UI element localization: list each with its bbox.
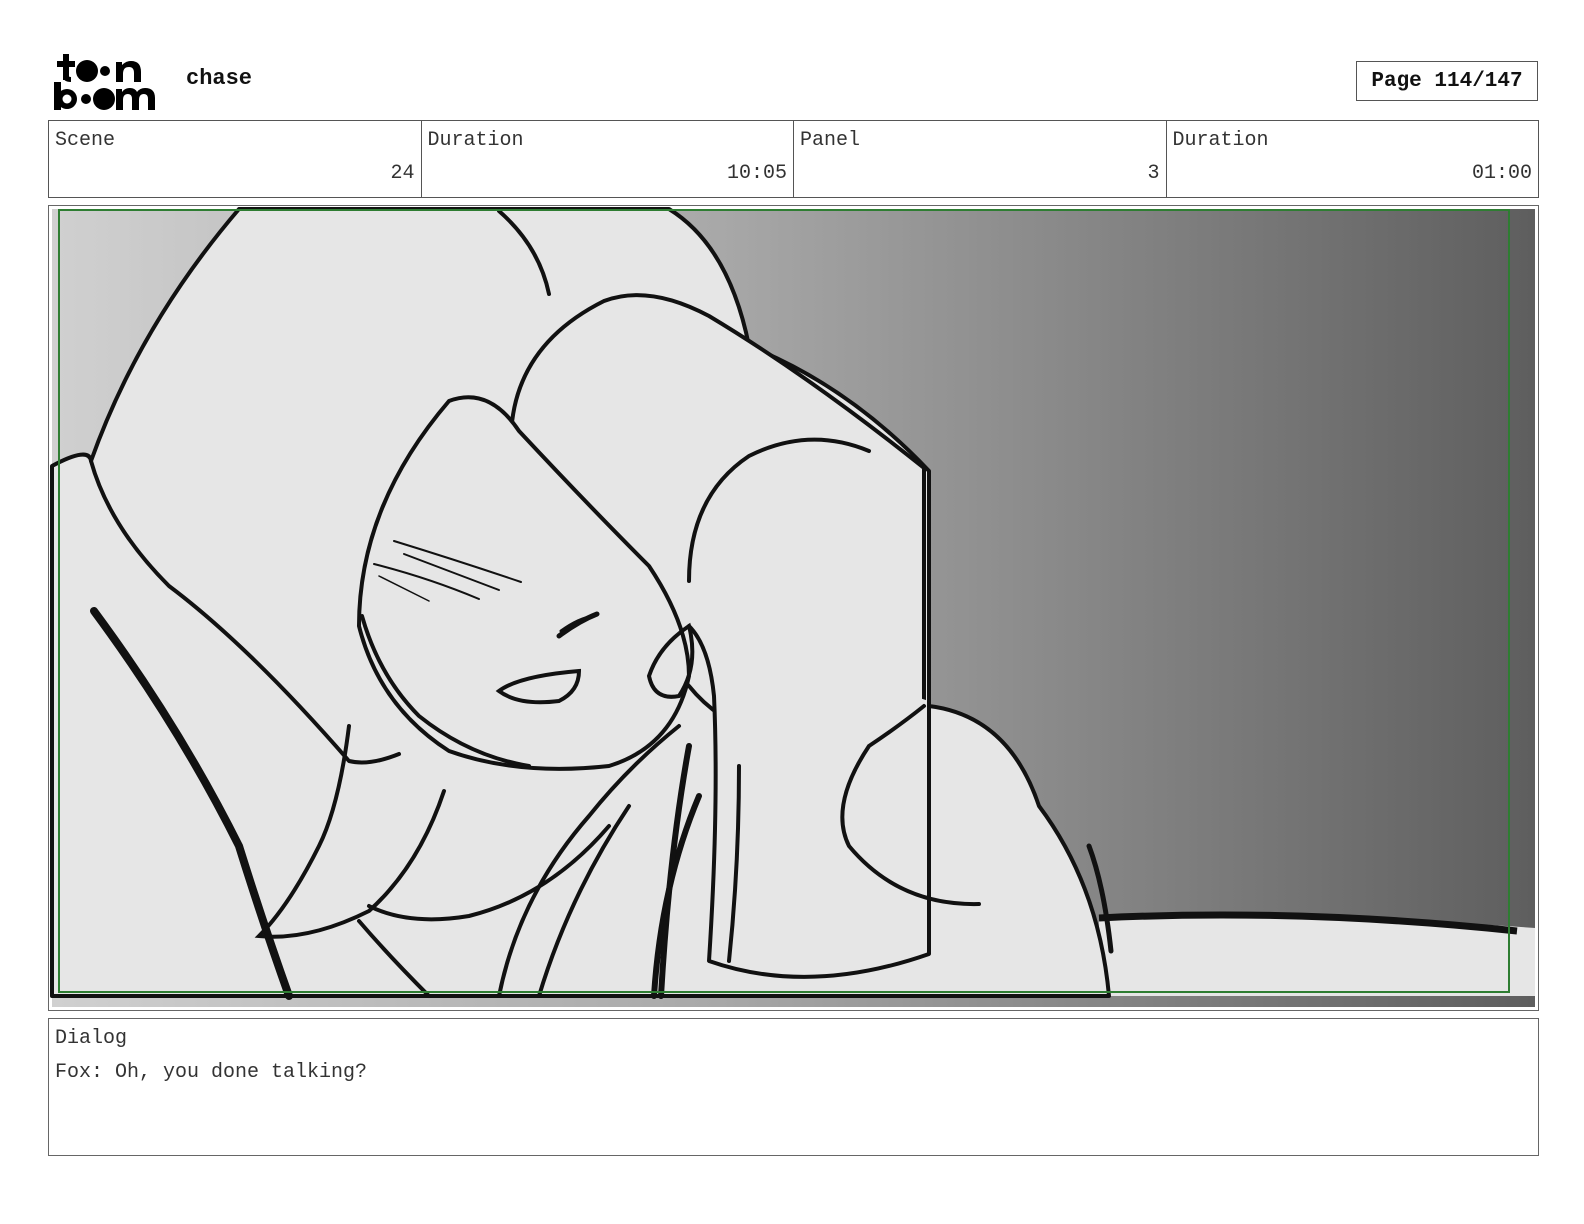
dialog-box: Dialog Fox: Oh, you done talking? bbox=[48, 1018, 1539, 1156]
panel-number: 3 bbox=[1147, 162, 1160, 185]
panel-drawing bbox=[50, 207, 1535, 1007]
scene-label: Scene bbox=[55, 129, 116, 152]
panel-duration-label: Duration bbox=[1172, 129, 1269, 152]
panel-label: Panel bbox=[800, 129, 861, 152]
scene-duration-value: 10:05 bbox=[726, 162, 787, 185]
page-indicator: Page 114/147 bbox=[1356, 61, 1538, 101]
project-title: chase bbox=[186, 66, 253, 91]
scene-duration-label: Duration bbox=[427, 129, 524, 152]
dialog-text: Fox: Oh, you done talking? bbox=[55, 1061, 368, 1084]
panel-duration-cell: Duration 01:00 bbox=[1167, 121, 1539, 197]
dialog-label: Dialog bbox=[55, 1027, 128, 1050]
panel-duration-value: 01:00 bbox=[1471, 162, 1532, 185]
scene-cell: Scene 24 bbox=[49, 121, 422, 197]
panel-cell: Panel 3 bbox=[794, 121, 1167, 197]
scene-number: 24 bbox=[390, 162, 415, 185]
scene-duration-cell: Duration 10:05 bbox=[422, 121, 794, 197]
storyboard-panel bbox=[48, 205, 1539, 1011]
toonboom-logo bbox=[52, 52, 164, 112]
scene-info-row: Scene 24 Duration 10:05 Panel 3 Duration… bbox=[48, 120, 1539, 198]
